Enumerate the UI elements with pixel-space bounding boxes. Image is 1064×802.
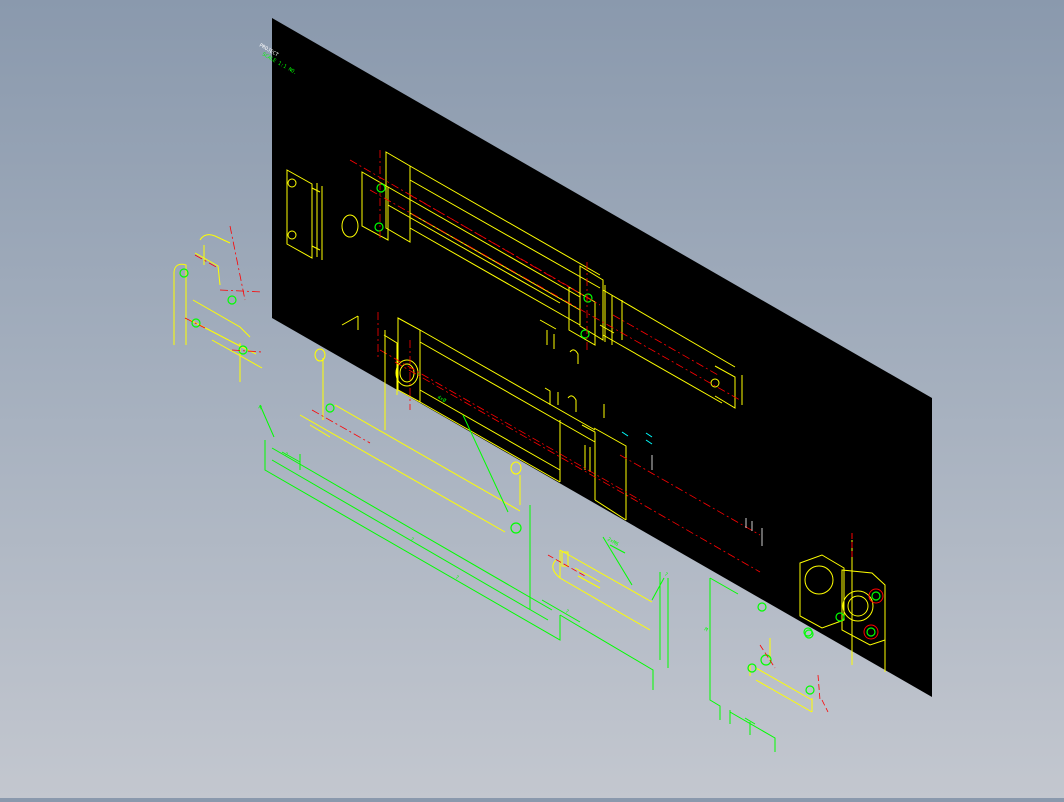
bolt-part	[749, 638, 813, 713]
left-bracket-centerlines	[184, 225, 263, 353]
isometric-drawing: PROJECT SCALE 1:1 NO. R 4×Ø ? ? ? ? 2×M6…	[173, 18, 932, 752]
drawing-sheet	[272, 18, 932, 697]
slot-part-centerlines	[547, 554, 586, 577]
dimension-text: M	[703, 627, 709, 634]
cad-viewport[interactable]: PROJECT SCALE 1:1 NO. R 4×Ø ? ? ? ? 2×M6…	[0, 0, 1064, 798]
dimension-text: ?	[663, 572, 669, 579]
dimension-text: ?	[564, 609, 570, 616]
dimension-text: ?	[454, 575, 460, 582]
left-bracket	[173, 234, 263, 382]
slot-part	[552, 549, 653, 631]
